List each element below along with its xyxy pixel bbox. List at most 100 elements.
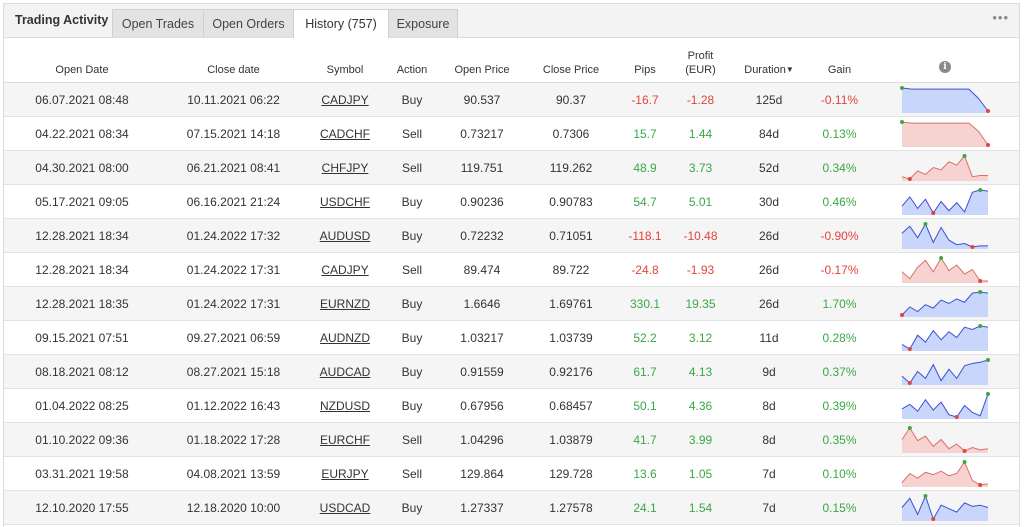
cell-symbol[interactable]: AUDNZD [307, 320, 383, 355]
symbol-link[interactable]: EURJPY [321, 467, 368, 481]
info-icon[interactable]: i [939, 61, 951, 73]
cell-close-price: 0.90783 [523, 184, 619, 219]
col-symbol[interactable]: Symbol [307, 38, 383, 83]
cell-open-date: 06.07.2021 08:48 [4, 82, 160, 117]
cell-symbol[interactable]: EURJPY [307, 456, 383, 491]
col-open-date[interactable]: Open Date [4, 38, 160, 83]
table-row[interactable]: 04.30.2021 08:00 06.21.2021 08:41 CHFJPY Se… [4, 150, 1019, 185]
symbol-link[interactable]: CHFJPY [322, 161, 369, 175]
sparkline-min-dot [900, 313, 904, 317]
table-row[interactable]: 12.28.2021 18:34 01.24.2022 17:31 CADJPY Se… [4, 252, 1019, 287]
table-row[interactable]: 01.10.2022 09:36 01.18.2022 17:28 EURCHF Se… [4, 422, 1019, 457]
sparkline-min-dot [962, 449, 967, 453]
col-action[interactable]: Action [383, 38, 441, 83]
cell-symbol[interactable]: USDCHF [307, 184, 383, 219]
cell-symbol[interactable]: AUDUSD [307, 218, 383, 253]
sparkline-max-dot [962, 460, 967, 464]
sparkline-max-dot [978, 324, 983, 328]
symbol-link[interactable]: USDCAD [320, 501, 371, 515]
symbol-link[interactable]: CADCHF [320, 127, 370, 141]
cell-sparkline [871, 82, 1019, 117]
symbol-link[interactable]: AUDUSD [320, 229, 371, 243]
symbol-link[interactable]: EURCHF [320, 433, 370, 447]
symbol-link[interactable]: NZDUSD [320, 399, 370, 413]
cell-symbol[interactable]: CADJPY [307, 82, 383, 117]
cell-action: Buy [383, 320, 441, 355]
cell-action: Buy [383, 388, 441, 423]
cell-gain: 0.34% [808, 150, 871, 185]
col-profit[interactable]: Profit (EUR) [671, 38, 730, 83]
cell-profit: -1.93 [671, 252, 730, 287]
cell-close-price: 89.722 [523, 252, 619, 287]
sparkline-area [902, 88, 988, 113]
cell-open-date: 03.31.2021 19:58 [4, 456, 160, 491]
cell-open-price: 89.474 [441, 252, 523, 287]
col-gain[interactable]: Gain [808, 38, 871, 83]
symbol-link[interactable]: CADJPY [321, 93, 368, 107]
tab-open-orders[interactable]: Open Orders [203, 9, 294, 37]
cell-action: Buy [383, 354, 441, 389]
cell-symbol[interactable]: AUDCAD [307, 354, 383, 389]
sparkline-area [902, 428, 988, 453]
cell-gain: 1.70% [808, 286, 871, 321]
cell-duration: 7d [730, 490, 808, 525]
table-row[interactable]: 03.31.2021 19:58 04.08.2021 13:59 EURJPY Se… [4, 456, 1019, 491]
tab-open-trades[interactable]: Open Trades [112, 9, 204, 37]
cell-duration: 26d [730, 286, 808, 321]
cell-duration: 84d [730, 116, 808, 151]
tab-history[interactable]: History (757) [293, 9, 389, 38]
col-open-price[interactable]: Open Price [441, 38, 523, 83]
table-row[interactable]: 12.10.2020 17:55 12.18.2020 10:00 USDCAD Bu… [4, 490, 1019, 525]
sparkline-min-dot [931, 517, 936, 521]
sparkline-min-dot [907, 177, 912, 181]
cell-duration: 26d [730, 252, 808, 287]
symbol-link[interactable]: USDCHF [320, 195, 370, 209]
cell-close-date: 10.11.2021 06:22 [160, 82, 307, 117]
cell-symbol[interactable]: CHFJPY [307, 150, 383, 185]
cell-action: Sell [383, 150, 441, 185]
cell-action: Buy [383, 82, 441, 117]
table-row[interactable]: 01.04.2022 08:25 01.12.2022 16:43 NZDUSD Bu… [4, 388, 1019, 423]
table-row[interactable]: 08.18.2021 08:12 08.27.2021 15:18 AUDCAD Bu… [4, 354, 1019, 389]
cell-close-date: 08.27.2021 15:18 [160, 354, 307, 389]
cell-open-date: 12.28.2021 18:34 [4, 218, 160, 253]
cell-symbol[interactable]: CADJPY [307, 252, 383, 287]
table-row[interactable]: 06.07.2021 08:48 10.11.2021 06:22 CADJPY Bu… [4, 82, 1019, 117]
col-pips[interactable]: Pips [619, 38, 671, 83]
cell-sparkline [871, 218, 1019, 253]
table-row[interactable]: 04.22.2021 08:34 07.15.2021 14:18 CADCHF Se… [4, 116, 1019, 151]
sparkline-area [902, 190, 988, 215]
trading-activity-panel: Trading Activity Open Trades Open Orders… [3, 3, 1020, 527]
cell-action: Buy [383, 286, 441, 321]
table-row[interactable]: 09.15.2021 07:51 09.27.2021 06:59 AUDNZD Bu… [4, 320, 1019, 355]
cell-duration: 8d [730, 422, 808, 457]
cell-symbol[interactable]: EURCHF [307, 422, 383, 457]
cell-sparkline [871, 252, 1019, 287]
cell-action: Sell [383, 116, 441, 151]
cell-gain: 0.46% [808, 184, 871, 219]
cell-symbol[interactable]: EURNZD [307, 286, 383, 321]
col-duration[interactable]: Duration▼ [730, 38, 808, 83]
cell-gain: -0.90% [808, 218, 871, 253]
symbol-link[interactable]: AUDNZD [320, 331, 370, 345]
cell-gain: 0.35% [808, 422, 871, 457]
cell-open-price: 0.72232 [441, 218, 523, 253]
table-row[interactable]: 12.28.2021 18:35 01.24.2022 17:31 EURNZD Bu… [4, 286, 1019, 321]
symbol-link[interactable]: EURNZD [320, 297, 370, 311]
table-header-row: Open Date Close date Symbol Action Open … [4, 38, 1019, 83]
table-row[interactable]: 12.28.2021 18:34 01.24.2022 17:32 AUDUSD Bu… [4, 218, 1019, 253]
table-row[interactable]: 05.17.2021 09:05 06.16.2021 21:24 USDCHF Bu… [4, 184, 1019, 219]
cell-open-price: 0.67956 [441, 388, 523, 423]
tab-exposure[interactable]: Exposure [388, 9, 458, 37]
cell-pips: 24.1 [619, 490, 671, 525]
cell-symbol[interactable]: CADCHF [307, 116, 383, 151]
more-options-icon[interactable]: ••• [992, 10, 1009, 25]
col-close-date[interactable]: Close date [160, 38, 307, 83]
cell-symbol[interactable]: USDCAD [307, 490, 383, 525]
col-close-price[interactable]: Close Price [523, 38, 619, 83]
symbol-link[interactable]: CADJPY [321, 263, 368, 277]
cell-close-price: 1.27578 [523, 490, 619, 525]
symbol-link[interactable]: AUDCAD [320, 365, 371, 379]
cell-symbol[interactable]: NZDUSD [307, 388, 383, 423]
cell-open-date: 04.30.2021 08:00 [4, 150, 160, 185]
